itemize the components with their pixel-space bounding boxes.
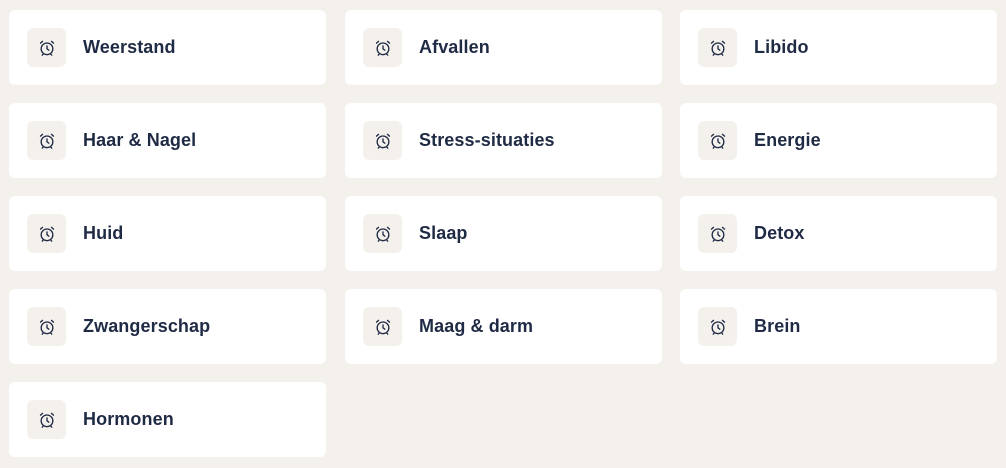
alarm-clock-icon <box>27 28 66 67</box>
alarm-clock-icon <box>363 214 402 253</box>
alarm-clock-icon <box>698 214 737 253</box>
category-label: Energie <box>754 130 821 150</box>
category-label: Stress-situaties <box>419 130 555 150</box>
alarm-clock-icon <box>27 307 66 346</box>
category-card-afvallen[interactable]: Afvallen <box>345 10 662 85</box>
category-card-maag-darm[interactable]: Maag & darm <box>345 289 662 364</box>
alarm-clock-icon <box>698 121 737 160</box>
category-card-stress-situaties[interactable]: Stress-situaties <box>345 103 662 178</box>
category-card-energie[interactable]: Energie <box>680 103 997 178</box>
category-card-slaap[interactable]: Slaap <box>345 196 662 271</box>
alarm-clock-icon <box>27 400 66 439</box>
category-label: Detox <box>754 223 805 243</box>
category-label: Hormonen <box>83 409 174 429</box>
category-card-zwangerschap[interactable]: Zwangerschap <box>9 289 326 364</box>
alarm-clock-icon <box>363 121 402 160</box>
category-card-detox[interactable]: Detox <box>680 196 997 271</box>
alarm-clock-icon <box>698 307 737 346</box>
category-card-huid[interactable]: Huid <box>9 196 326 271</box>
category-label: Huid <box>83 223 124 243</box>
category-label: Haar & Nagel <box>83 130 197 150</box>
alarm-clock-icon <box>27 214 66 253</box>
category-label: Slaap <box>419 223 468 243</box>
alarm-clock-icon <box>363 28 402 67</box>
category-grid: Weerstand Afvallen Libido Haar & Nagel S… <box>0 0 1006 468</box>
alarm-clock-icon <box>27 121 66 160</box>
category-card-libido[interactable]: Libido <box>680 10 997 85</box>
category-card-brein[interactable]: Brein <box>680 289 997 364</box>
alarm-clock-icon <box>363 307 402 346</box>
category-card-weerstand[interactable]: Weerstand <box>9 10 326 85</box>
category-label: Zwangerschap <box>83 316 211 336</box>
category-label: Libido <box>754 37 809 57</box>
category-card-hormonen[interactable]: Hormonen <box>9 382 326 457</box>
category-label: Afvallen <box>419 37 490 57</box>
category-label: Weerstand <box>83 37 176 57</box>
category-label: Maag & darm <box>419 316 534 336</box>
category-label: Brein <box>754 316 801 336</box>
alarm-clock-icon <box>698 28 737 67</box>
category-card-haar-nagel[interactable]: Haar & Nagel <box>9 103 326 178</box>
